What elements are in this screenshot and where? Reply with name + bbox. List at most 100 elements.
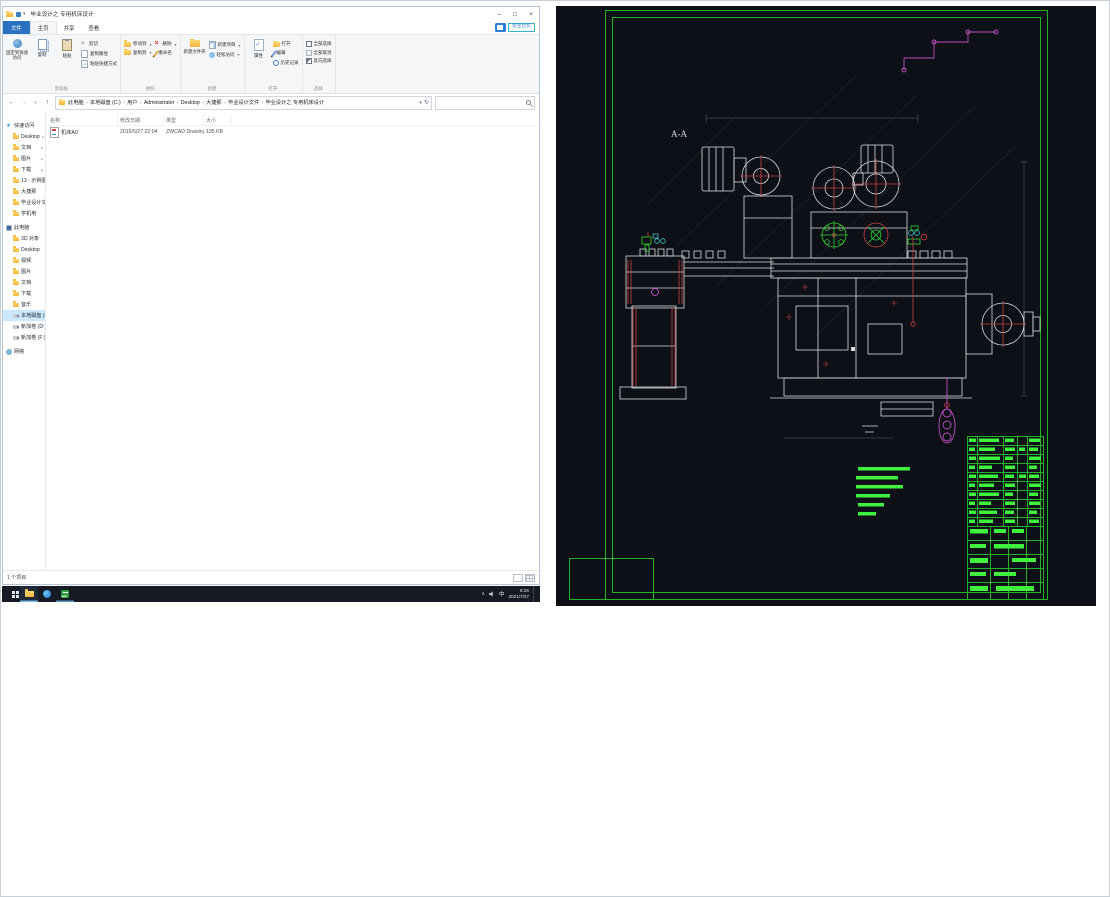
- pin-to-quick-access-button[interactable]: 固定到快速访问: [6, 37, 28, 84]
- input-method-indicator[interactable]: 中: [499, 590, 505, 598]
- sidebar-item-label: 3D 对象: [21, 236, 40, 242]
- paste-shortcut-button[interactable]: 粘贴快捷方式: [81, 60, 117, 68]
- ribbon-tab[interactable]: 查看: [81, 21, 106, 34]
- ribbon-tab[interactable]: 主页: [29, 21, 57, 34]
- sidebar-item[interactable]: 新加卷 (D:): [3, 321, 45, 332]
- sidebar-item[interactable]: 文档: [3, 277, 45, 288]
- sidebar-item[interactable]: 此电脑: [3, 222, 45, 233]
- sidebar-item[interactable]: 学机电: [3, 208, 45, 219]
- taskbar-zwcad-icon[interactable]: [56, 586, 74, 602]
- sidebar-item[interactable]: 视频: [3, 255, 45, 266]
- ribbon-group-clipboard: 固定到快速访问 复制 粘贴 剪切: [3, 35, 121, 93]
- cad-drawing-canvas[interactable]: A-A: [556, 6, 1096, 606]
- column-header[interactable]: 类型: [164, 115, 204, 125]
- address-bar[interactable]: 此电脑 本地磁盘 (C:) 用户 Administrator Desktop 大…: [55, 95, 432, 110]
- cad-title-block: [967, 436, 1044, 600]
- sidebar-item[interactable]: 下载: [3, 288, 45, 299]
- taskbar-file-explorer-icon[interactable]: [20, 586, 38, 602]
- sidebar-item-icon: [13, 290, 19, 297]
- search-icon: [526, 100, 531, 105]
- search-input[interactable]: [439, 99, 526, 106]
- rename-button[interactable]: 重命名: [152, 49, 177, 58]
- button-label: 全部选择: [313, 41, 332, 46]
- address-dropdown-icon[interactable]: [419, 100, 422, 106]
- sidebar-item[interactable]: 大捷那: [3, 186, 45, 197]
- breadcrumb-segment[interactable]: 毕业设计文件: [227, 99, 264, 106]
- quick-access-toolbar-icon[interactable]: [16, 11, 21, 17]
- address-bar-row: 此电脑 本地磁盘 (C:) 用户 Administrator Desktop 大…: [3, 94, 539, 111]
- edit-button[interactable]: 编辑: [270, 49, 299, 58]
- delete-button[interactable]: 删除: [155, 41, 177, 47]
- sidebar-item[interactable]: Desktop: [3, 131, 45, 142]
- maximize-button[interactable]: □: [507, 7, 523, 21]
- recent-locations-icon[interactable]: [31, 99, 40, 106]
- sidebar-item[interactable]: 下载: [3, 164, 45, 175]
- select-all-button[interactable]: 全部选择: [305, 41, 332, 47]
- details-view-icon[interactable]: [513, 573, 523, 582]
- sidebar-item[interactable]: 毕业设计文件: [3, 197, 45, 208]
- open-button[interactable]: 打开: [272, 41, 299, 47]
- show-desktop-button[interactable]: [533, 586, 537, 602]
- sidebar-item-label: 新加卷 (D:): [21, 324, 45, 330]
- ribbon-tab[interactable]: 共享: [57, 21, 82, 34]
- sidebar-item[interactable]: 本地磁盘 (C:): [3, 310, 45, 321]
- refresh-icon[interactable]: [424, 99, 429, 106]
- sidebar-item[interactable]: 图片: [3, 266, 45, 277]
- start-button[interactable]: [2, 586, 20, 602]
- forward-icon[interactable]: [19, 99, 28, 106]
- breadcrumb-segment[interactable]: Administrator: [143, 100, 180, 106]
- sidebar-item[interactable]: 3D 对象: [3, 233, 45, 244]
- qat-dropdown-icon[interactable]: [23, 11, 26, 17]
- sidebar-item[interactable]: 新加卷 (F:): [3, 332, 45, 343]
- breadcrumb-segment[interactable]: 本地磁盘 (C:): [89, 99, 126, 106]
- column-header[interactable]: 修改日期: [118, 115, 164, 125]
- sidebar-item[interactable]: 图片: [3, 153, 45, 164]
- ribbon-group-label: 组织: [145, 86, 155, 91]
- plugin-app-icon[interactable]: [494, 22, 506, 32]
- taskbar-clock[interactable]: 8:25 2021/7/27: [509, 588, 529, 599]
- ribbon-group-label: 打开: [268, 86, 278, 91]
- cad-viewport[interactable]: A-A: [556, 6, 1096, 606]
- history-button[interactable]: 历史记录: [272, 59, 299, 66]
- invert-selection-button[interactable]: 反向选择: [305, 58, 332, 64]
- sidebar-item[interactable]: 音乐: [3, 299, 45, 310]
- breadcrumb-segment[interactable]: Desktop: [180, 100, 205, 106]
- sidebar-item[interactable]: 快速访问: [3, 120, 45, 131]
- new-item-button[interactable]: 新建项目: [208, 41, 241, 49]
- copy-button[interactable]: 复制: [31, 37, 53, 84]
- taskbar-browser-icon[interactable]: [38, 586, 56, 602]
- file-row[interactable]: 机床A0 2016/5/27 22:04 ZWCAD Drawing 195 K…: [46, 126, 539, 138]
- up-icon[interactable]: [43, 99, 52, 106]
- column-header[interactable]: 名称: [46, 115, 118, 125]
- sidebar-item[interactable]: Desktop: [3, 244, 45, 255]
- tab-file[interactable]: 文件: [3, 21, 30, 34]
- new-folder-button[interactable]: 新建文件夹: [184, 37, 206, 84]
- copy-path-button[interactable]: 复制路径: [81, 49, 117, 58]
- back-icon[interactable]: [7, 99, 16, 106]
- tray-expand-icon[interactable]: ∧: [481, 591, 485, 597]
- volume-icon[interactable]: [489, 591, 493, 597]
- select-none-button[interactable]: 全部取消: [305, 49, 332, 56]
- file-list-pane[interactable]: 名称 修改日期 类型 大小 机床A0 2016/5/27 22:04 ZWCAD…: [46, 111, 539, 570]
- close-button[interactable]: ×: [523, 7, 539, 21]
- sidebar-item[interactable]: 文档: [3, 142, 45, 153]
- minimize-button[interactable]: –: [491, 7, 507, 21]
- sidebar-item[interactable]: 13 - 示例图纸 (31: [3, 175, 45, 186]
- breadcrumb-segment[interactable]: 此电脑: [67, 99, 89, 106]
- paste-button[interactable]: 粘贴: [56, 37, 78, 84]
- search-box[interactable]: [435, 95, 535, 110]
- cut-button[interactable]: 剪切: [81, 41, 117, 47]
- column-header[interactable]: 大小: [204, 115, 232, 125]
- breadcrumb-segment[interactable]: 大捷那: [205, 99, 227, 106]
- easy-access-button[interactable]: 轻松访问: [208, 51, 241, 58]
- move-to-button[interactable]: 移动到: [124, 40, 152, 47]
- plugin-button[interactable]: 淘宝比价: [507, 22, 535, 33]
- title-bar[interactable]: 毕业设计之 专用机床设计 – □ ×: [3, 7, 539, 21]
- breadcrumb-segment[interactable]: 毕业设计之 专用机床设计: [265, 99, 326, 106]
- copy-to-button[interactable]: 复制到: [124, 48, 152, 56]
- button-label: 复制: [37, 51, 47, 57]
- sidebar-item[interactable]: 网络: [3, 346, 45, 357]
- properties-button[interactable]: 属性: [248, 37, 270, 84]
- large-icons-view-icon[interactable]: [525, 573, 535, 582]
- breadcrumb-segment[interactable]: 用户: [126, 99, 143, 106]
